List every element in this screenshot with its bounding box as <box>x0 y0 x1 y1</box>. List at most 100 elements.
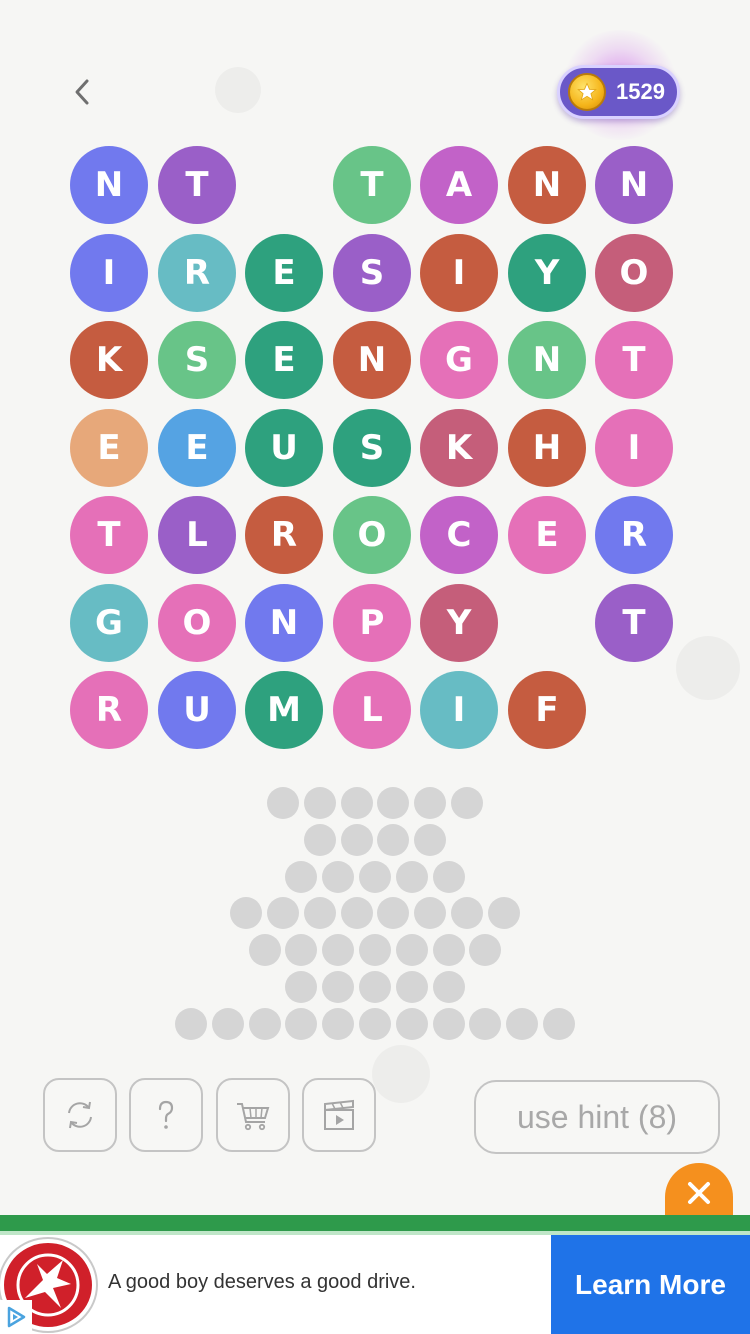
letter-tile[interactable]: N <box>245 584 323 662</box>
answer-slot <box>543 1008 575 1040</box>
letter-tile[interactable]: R <box>595 496 673 574</box>
letter-tile[interactable]: T <box>595 321 673 399</box>
shuffle-button[interactable] <box>43 1078 117 1152</box>
letter-tile[interactable]: R <box>70 671 148 749</box>
letter-tile[interactable]: K <box>420 409 498 487</box>
letter-tile[interactable]: C <box>420 496 498 574</box>
letter-tile[interactable]: M <box>245 671 323 749</box>
adchoices-button[interactable] <box>0 1300 32 1334</box>
letter-tile[interactable]: P <box>333 584 411 662</box>
shop-button[interactable] <box>216 1078 290 1152</box>
letter-tile[interactable]: T <box>333 146 411 224</box>
letter-tile[interactable]: I <box>420 671 498 749</box>
answer-slot <box>304 787 336 819</box>
letter-tile[interactable]: F <box>508 671 586 749</box>
letter-tile[interactable]: U <box>245 409 323 487</box>
letter-tile[interactable]: O <box>158 584 236 662</box>
answer-slot <box>267 787 299 819</box>
letter-tile[interactable]: N <box>508 146 586 224</box>
letter-tile[interactable]: R <box>158 234 236 312</box>
answer-slot <box>396 971 428 1003</box>
ad-top-bar <box>0 1215 750 1235</box>
shopping-cart-icon <box>237 1103 270 1131</box>
letter-tile[interactable]: K <box>70 321 148 399</box>
answer-slot <box>433 934 465 966</box>
answer-slot <box>341 824 373 856</box>
letter-tile[interactable]: E <box>70 409 148 487</box>
answer-slot <box>285 1008 317 1040</box>
letter-tile[interactable]: G <box>70 584 148 662</box>
answer-slot <box>433 971 465 1003</box>
answer-slot <box>304 897 336 929</box>
letter-tile[interactable]: L <box>158 496 236 574</box>
answer-slot <box>359 971 391 1003</box>
answer-slot <box>322 934 354 966</box>
letter-tile[interactable]: T <box>70 496 148 574</box>
letter-tile[interactable]: U <box>158 671 236 749</box>
answer-slot <box>414 824 446 856</box>
answer-slot <box>377 897 409 929</box>
answer-slot <box>322 1008 354 1040</box>
answer-slot <box>230 897 262 929</box>
letter-tile[interactable]: E <box>245 234 323 312</box>
letter-tile[interactable]: L <box>333 671 411 749</box>
letter-tile[interactable]: I <box>595 409 673 487</box>
question-mark-icon <box>158 1100 174 1129</box>
letter-tile[interactable]: S <box>158 321 236 399</box>
letter-tile[interactable]: Y <box>508 234 586 312</box>
letter-tile[interactable]: E <box>245 321 323 399</box>
answer-slot <box>341 787 373 819</box>
close-icon <box>688 1182 710 1204</box>
letter-grid: NTTANNIRESIYOKSENGNTEEUSKHITLROCERGONPYT… <box>0 0 750 760</box>
letter-tile[interactable]: N <box>70 146 148 224</box>
letter-tile[interactable]: O <box>333 496 411 574</box>
answer-slot <box>433 1008 465 1040</box>
answer-slot <box>488 897 520 929</box>
answer-slot <box>396 861 428 893</box>
letter-tile[interactable]: R <box>245 496 323 574</box>
answer-slot <box>506 1008 538 1040</box>
letter-tile[interactable]: H <box>508 409 586 487</box>
answer-slot <box>212 1008 244 1040</box>
answer-slot <box>433 861 465 893</box>
use-hint-button[interactable]: use hint (8) <box>474 1080 720 1154</box>
letter-tile[interactable]: Y <box>420 584 498 662</box>
answer-slots <box>0 780 750 1040</box>
answer-slot <box>267 897 299 929</box>
letter-tile[interactable]: I <box>70 234 148 312</box>
answer-slot <box>377 787 409 819</box>
refresh-icon <box>68 1101 92 1129</box>
ad-close-button[interactable] <box>665 1163 733 1223</box>
answer-slot <box>414 787 446 819</box>
answer-slot <box>451 897 483 929</box>
ad-banner[interactable]: A good boy deserves a good drive. Learn … <box>0 1235 750 1334</box>
help-button[interactable] <box>129 1078 203 1152</box>
answer-slot <box>414 897 446 929</box>
answer-slot <box>285 934 317 966</box>
learn-more-button[interactable]: Learn More <box>551 1235 750 1334</box>
letter-tile[interactable]: A <box>420 146 498 224</box>
answer-slot <box>249 1008 281 1040</box>
clapperboard-icon <box>324 1099 354 1130</box>
letter-tile[interactable]: E <box>158 409 236 487</box>
answer-slot <box>377 824 409 856</box>
letter-tile[interactable]: G <box>420 321 498 399</box>
letter-tile[interactable]: S <box>333 234 411 312</box>
letter-tile[interactable]: N <box>508 321 586 399</box>
letter-tile[interactable]: O <box>595 234 673 312</box>
video-button[interactable] <box>302 1078 376 1152</box>
letter-tile[interactable]: T <box>595 584 673 662</box>
answer-slot <box>359 1008 391 1040</box>
answer-slot <box>396 934 428 966</box>
answer-slot <box>285 971 317 1003</box>
background-dot <box>372 1045 430 1103</box>
letter-tile[interactable]: I <box>420 234 498 312</box>
letter-tile[interactable]: N <box>595 146 673 224</box>
letter-tile[interactable]: E <box>508 496 586 574</box>
letter-tile[interactable]: N <box>333 321 411 399</box>
answer-slot <box>451 787 483 819</box>
letter-tile[interactable]: T <box>158 146 236 224</box>
answer-slot <box>469 934 501 966</box>
letter-tile[interactable]: S <box>333 409 411 487</box>
answer-slot <box>341 897 373 929</box>
